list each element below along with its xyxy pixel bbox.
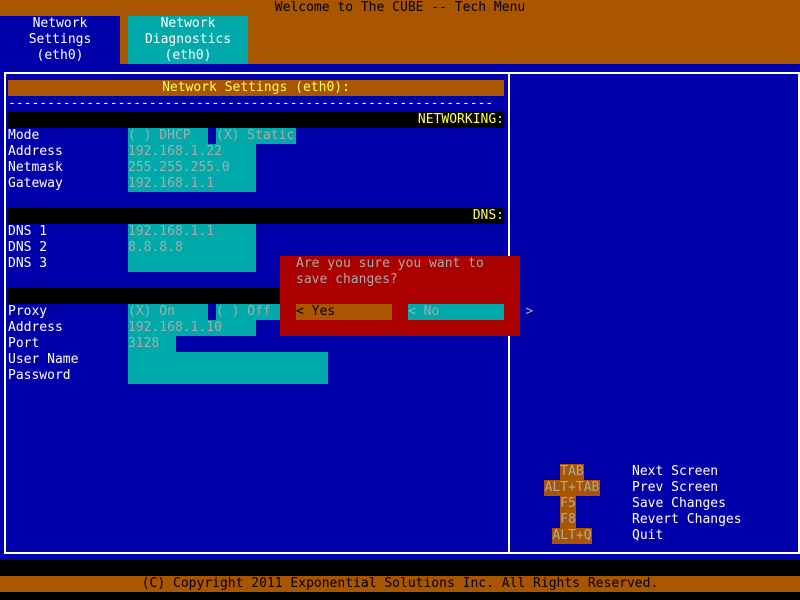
tab-label-line: (eth0): [164, 48, 212, 63]
gateway-label: Gateway: [8, 176, 63, 191]
hotkey-desc: Save Changes: [632, 496, 726, 511]
tab-label-line: Settings: [28, 32, 92, 47]
address-label: Address: [8, 144, 63, 159]
networking-header: NETWORKING:: [8, 112, 504, 128]
panel-title: Network Settings (eth0):: [8, 80, 504, 96]
tab-label-line: Network: [32, 16, 88, 31]
tab-label-line: Diagnostics: [144, 32, 232, 47]
hotkey-desc: Prev Screen: [632, 480, 719, 495]
hotkey-alt-tab: ALT+TAB: [544, 480, 600, 496]
port-label: Port: [8, 336, 40, 351]
app-title: Welcome to The CUBE -- Tech Menu: [274, 0, 526, 15]
gateway-field[interactable]: 192.168.1.1: [128, 176, 256, 192]
hotkey-tab: TAB: [560, 464, 584, 480]
port-field[interactable]: 3128: [128, 336, 176, 352]
dns-header: DNS:: [8, 208, 504, 224]
proxy-label: Proxy: [8, 304, 48, 319]
panel-separator: ----------------------------------------…: [8, 96, 494, 111]
address-field[interactable]: 192.168.1.22: [128, 144, 256, 160]
dns1-label: DNS 1: [8, 224, 48, 239]
mode-label: Mode: [8, 128, 40, 143]
dns2-field[interactable]: 8.8.8.8: [128, 240, 256, 256]
yes-button[interactable]: < Yes >: [296, 304, 421, 320]
hotkey-f5: F5: [560, 496, 576, 512]
dialog-message: Are you sure you want to save changes?: [296, 256, 484, 288]
dns2-label: DNS 2: [8, 240, 48, 255]
no-button[interactable]: < No >: [408, 304, 533, 320]
static-radio[interactable]: (X) Static: [216, 128, 296, 144]
username-field[interactable]: [128, 352, 328, 368]
password-label: Password: [8, 368, 71, 383]
dhcp-radio[interactable]: ( ) DHCP: [128, 128, 208, 144]
dns3-field[interactable]: [128, 256, 256, 272]
hotkey-desc: Next Screen: [632, 464, 719, 479]
username-label: User Name: [8, 352, 79, 367]
tab-label-line: (eth0): [36, 48, 84, 63]
tab-network-diagnostics[interactable]: Network Diagnostics (eth0): [128, 16, 248, 64]
netmask-label: Netmask: [8, 160, 63, 175]
password-field[interactable]: [128, 368, 328, 384]
hotkey-alt-q: ALT+Q: [552, 528, 592, 544]
netmask-field[interactable]: 255.255.255.0: [128, 160, 256, 176]
dialog-message-line: save changes?: [296, 272, 398, 287]
dns3-label: DNS 3: [8, 256, 48, 271]
hotkey-desc: Revert Changes: [632, 512, 742, 527]
proxy-address-field[interactable]: 192.168.1.10: [128, 320, 256, 336]
dialog-message-line: Are you sure you want to: [296, 256, 484, 271]
copyright-footer: (C) Copyright 2011 Exponential Solutions…: [0, 576, 800, 592]
hotkey-desc: Quit: [632, 528, 664, 543]
hotkey-f8: F8: [560, 512, 576, 528]
proxy-address-label: Address: [8, 320, 63, 335]
tab-label-line: Network: [160, 16, 216, 31]
dns1-field[interactable]: 192.168.1.1: [128, 224, 256, 240]
proxy-on-radio[interactable]: (X) On: [128, 304, 208, 320]
tab-network-settings[interactable]: Network Settings (eth0): [0, 16, 120, 64]
